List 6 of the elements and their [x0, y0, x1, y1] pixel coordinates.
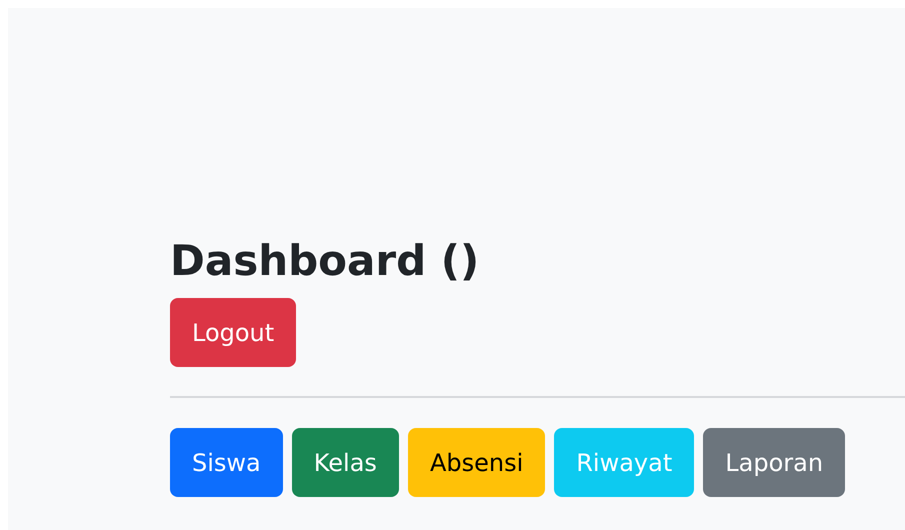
nav-button[interactable]: Laporan — [703, 428, 846, 497]
logout-button[interactable]: Logout — [170, 298, 296, 367]
page-title: Dashboard () — [170, 235, 480, 287]
nav-button[interactable]: Absensi — [408, 428, 546, 497]
nav-button[interactable]: Kelas — [292, 428, 399, 497]
nav-button[interactable]: Siswa — [170, 428, 283, 497]
